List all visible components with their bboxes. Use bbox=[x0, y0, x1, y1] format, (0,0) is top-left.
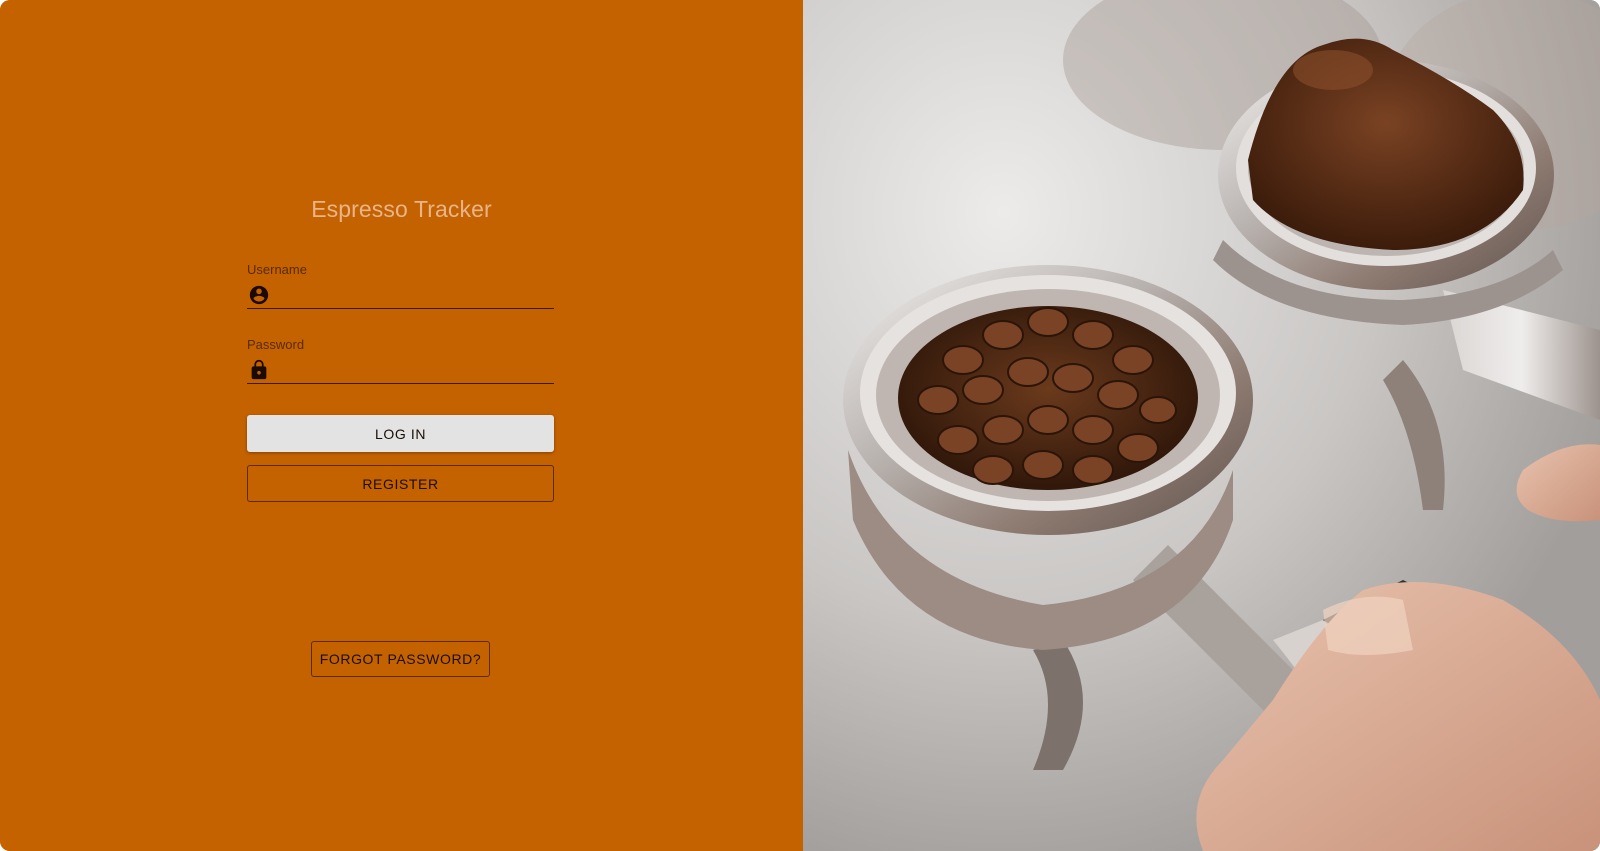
register-button[interactable]: REGISTER bbox=[247, 465, 554, 502]
espresso-portafilters-photo bbox=[803, 0, 1600, 851]
password-input-row bbox=[247, 353, 554, 384]
username-label: Username bbox=[247, 262, 307, 277]
password-label: Password bbox=[247, 337, 305, 352]
app-window: Espresso Tracker Username Password LOG I… bbox=[0, 0, 1600, 851]
password-field: Password bbox=[247, 337, 554, 384]
password-input[interactable] bbox=[279, 355, 554, 383]
login-panel: Espresso Tracker Username Password LOG I… bbox=[0, 0, 803, 851]
app-title: Espresso Tracker bbox=[311, 196, 492, 222]
username-input[interactable] bbox=[279, 280, 554, 308]
username-input-row bbox=[247, 278, 554, 309]
lock-icon bbox=[251, 359, 267, 380]
username-field: Username bbox=[247, 262, 554, 309]
login-button[interactable]: LOG IN bbox=[247, 415, 554, 452]
account-circle-icon bbox=[249, 285, 269, 305]
forgot-password-button[interactable]: FORGOT PASSWORD? bbox=[311, 641, 490, 677]
hero-image bbox=[803, 0, 1600, 851]
